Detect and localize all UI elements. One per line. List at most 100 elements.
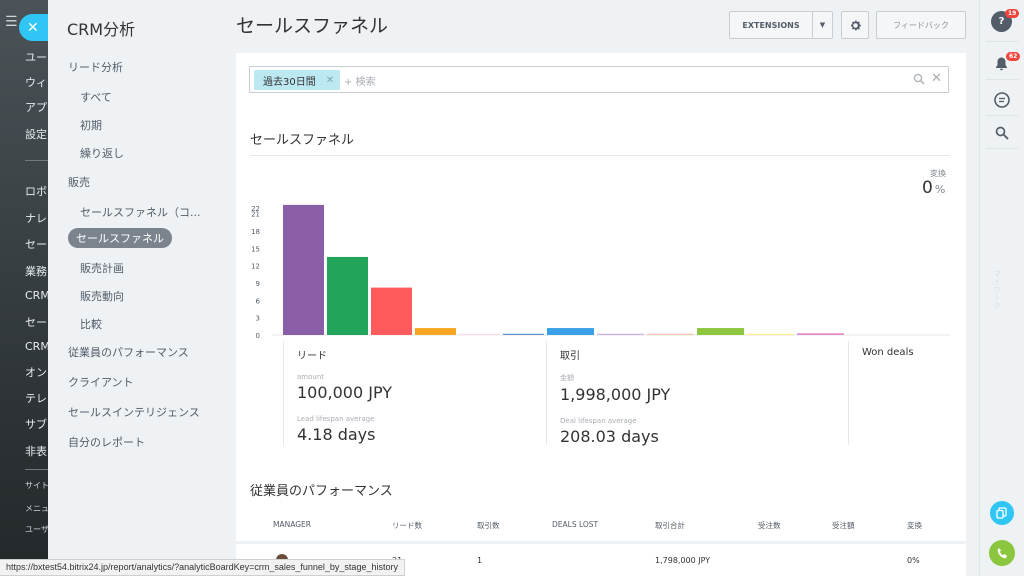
menu-item[interactable]: 販売 bbox=[68, 174, 90, 190]
menu-title: CRM分析 bbox=[67, 20, 136, 39]
column-header[interactable]: 変換 bbox=[907, 520, 922, 531]
search-input[interactable]: + 検索 bbox=[344, 73, 376, 88]
left-nav-item[interactable]: サブ bbox=[25, 416, 47, 432]
menu-item[interactable]: セールスファネル（コ... bbox=[80, 204, 201, 220]
column-header[interactable]: 取引数 bbox=[477, 520, 500, 531]
funnel-bar[interactable] bbox=[597, 333, 644, 335]
column-header[interactable]: リード数 bbox=[392, 520, 422, 531]
filter-chip[interactable]: 過去30日間 ✕ bbox=[254, 70, 341, 90]
funnel-bar[interactable] bbox=[459, 333, 500, 335]
funnel-bar[interactable] bbox=[697, 328, 744, 335]
menu-item[interactable]: セールスインテリジェンス bbox=[68, 404, 200, 420]
table-divider bbox=[236, 541, 966, 544]
vertical-label: マイワーク bbox=[993, 270, 1001, 310]
table-cell: 1 bbox=[477, 556, 483, 565]
divider bbox=[546, 341, 547, 445]
search-icon bbox=[995, 126, 1009, 140]
funnel-chart: 03691215182122 bbox=[251, 204, 950, 338]
column-header[interactable]: 取引合計 bbox=[655, 520, 685, 531]
kpi-value: 1,998,000 JPY bbox=[560, 385, 671, 404]
left-nav-item[interactable]: ウィ bbox=[25, 74, 47, 90]
menu-item[interactable]: 販売動向 bbox=[80, 288, 124, 304]
menu-item[interactable]: リード分析 bbox=[68, 59, 123, 75]
copy-button[interactable] bbox=[990, 501, 1014, 525]
chevron-down-icon[interactable]: ▼ bbox=[813, 12, 832, 38]
notifications-badge: 62 bbox=[1006, 52, 1021, 61]
funnel-bar[interactable] bbox=[371, 287, 412, 335]
kpi-won-deals: Won deals bbox=[862, 347, 914, 358]
report-card: 過去30日間 ✕ + 検索 ✕ セールスファネル 変換 0% 0 3 6 9 12 15 1… bbox=[236, 53, 966, 576]
gear-icon bbox=[850, 20, 861, 30]
divider bbox=[25, 160, 48, 161]
left-nav-item[interactable]: ユー bbox=[25, 49, 47, 65]
y-tick-label: 0 bbox=[256, 332, 260, 338]
left-nav-item[interactable]: CRM bbox=[25, 289, 48, 302]
y-tick-label: 12 bbox=[251, 263, 260, 271]
funnel-bar[interactable] bbox=[547, 328, 594, 335]
divider bbox=[25, 469, 48, 470]
menu-item[interactable]: 従業員のパフォーマンス bbox=[68, 344, 189, 360]
funnel-bar[interactable] bbox=[283, 204, 324, 335]
feedback-button[interactable]: フィードバック bbox=[876, 11, 966, 39]
left-nav-strip: ☰ ✕ ユー ウィ アプ 設定 ロボ ナレ セー 業務 CRM セー CRM オン テレ サブ 非表 サイトメ… bbox=[0, 0, 48, 576]
search-icon[interactable] bbox=[913, 73, 925, 85]
menu-item[interactable]: 販売計画 bbox=[80, 260, 124, 276]
help-icon: ? bbox=[998, 16, 1005, 27]
chat-button[interactable] bbox=[991, 89, 1012, 110]
column-header[interactable]: DEALS LOST bbox=[552, 520, 598, 529]
left-nav-item[interactable]: セー bbox=[25, 236, 47, 252]
kpi-leads: リード amount 100,000 JPY Lead lifespan ave… bbox=[297, 347, 392, 444]
funnel-bar[interactable] bbox=[747, 333, 794, 335]
y-tick-label: 9 bbox=[256, 280, 260, 288]
funnel-bar[interactable] bbox=[327, 256, 368, 335]
left-nav-item[interactable]: 設定 bbox=[25, 126, 47, 142]
left-nav-item[interactable]: アプ bbox=[25, 99, 47, 115]
left-nav-item[interactable]: ロボ bbox=[25, 183, 47, 199]
call-button[interactable] bbox=[989, 540, 1015, 566]
y-tick-label: 3 bbox=[256, 315, 260, 323]
left-nav-bottom-item[interactable]: メニュ bbox=[25, 503, 48, 514]
column-header[interactable]: 受注数 bbox=[758, 520, 781, 531]
divider bbox=[250, 155, 950, 156]
table-cell: 0% bbox=[907, 556, 920, 565]
funnel-bar[interactable] bbox=[797, 333, 844, 335]
menu-item[interactable]: クライアント bbox=[68, 374, 134, 390]
filter-bar[interactable]: 過去30日間 ✕ + 検索 ✕ bbox=[249, 66, 949, 93]
close-menu-button[interactable]: ✕ bbox=[19, 14, 48, 41]
left-nav-item[interactable]: テレ bbox=[25, 390, 47, 406]
left-nav-item[interactable]: CRM bbox=[25, 340, 48, 353]
column-header[interactable]: MANAGER bbox=[273, 520, 311, 529]
chip-remove-icon[interactable]: ✕ bbox=[326, 75, 334, 86]
menu-item[interactable]: セールスファネル bbox=[68, 228, 172, 248]
divider bbox=[283, 341, 284, 445]
kpi-value: 100,000 JPY bbox=[297, 383, 393, 402]
funnel-bar[interactable] bbox=[503, 333, 544, 335]
menu-item[interactable]: 自分のレポート bbox=[68, 434, 145, 450]
settings-button[interactable] bbox=[841, 11, 869, 39]
hamburger-icon[interactable]: ☰ bbox=[5, 14, 18, 30]
left-nav-item[interactable]: オン bbox=[25, 364, 47, 380]
left-nav-bottom-item[interactable]: サイト bbox=[25, 480, 48, 491]
menu-item[interactable]: 比較 bbox=[80, 316, 102, 332]
menu-item[interactable]: すべて bbox=[80, 89, 112, 105]
funnel-bar[interactable] bbox=[415, 328, 456, 335]
left-nav-item[interactable]: 非表 bbox=[25, 443, 47, 459]
left-nav-item[interactable]: セー bbox=[25, 314, 47, 330]
kpi-sub: Lead lifespan average bbox=[297, 415, 375, 423]
funnel-section-title: セールスファネル bbox=[250, 133, 355, 148]
left-nav-item[interactable]: 業務 bbox=[25, 263, 47, 279]
column-header[interactable]: 受注額 bbox=[832, 520, 855, 531]
extensions-label[interactable]: EXTENSIONS bbox=[730, 12, 813, 38]
clear-filter-icon[interactable]: ✕ bbox=[931, 71, 942, 86]
funnel-bar[interactable] bbox=[647, 333, 694, 335]
search-button[interactable] bbox=[991, 122, 1012, 143]
menu-item[interactable]: 初期 bbox=[80, 117, 102, 133]
menu-item[interactable]: 繰り返し bbox=[80, 145, 124, 161]
extensions-button[interactable]: EXTENSIONS ▼ bbox=[729, 11, 833, 39]
left-nav-bottom-item[interactable]: ユーザ bbox=[25, 524, 48, 535]
left-nav-item[interactable]: ナレ bbox=[25, 210, 47, 226]
phone-icon bbox=[997, 547, 1007, 558]
kpi-heading: リード bbox=[297, 351, 327, 362]
divider bbox=[986, 148, 1019, 149]
kpi-deals: 取引 金額 1,998,000 JPY Deal lifespan averag… bbox=[560, 347, 670, 446]
